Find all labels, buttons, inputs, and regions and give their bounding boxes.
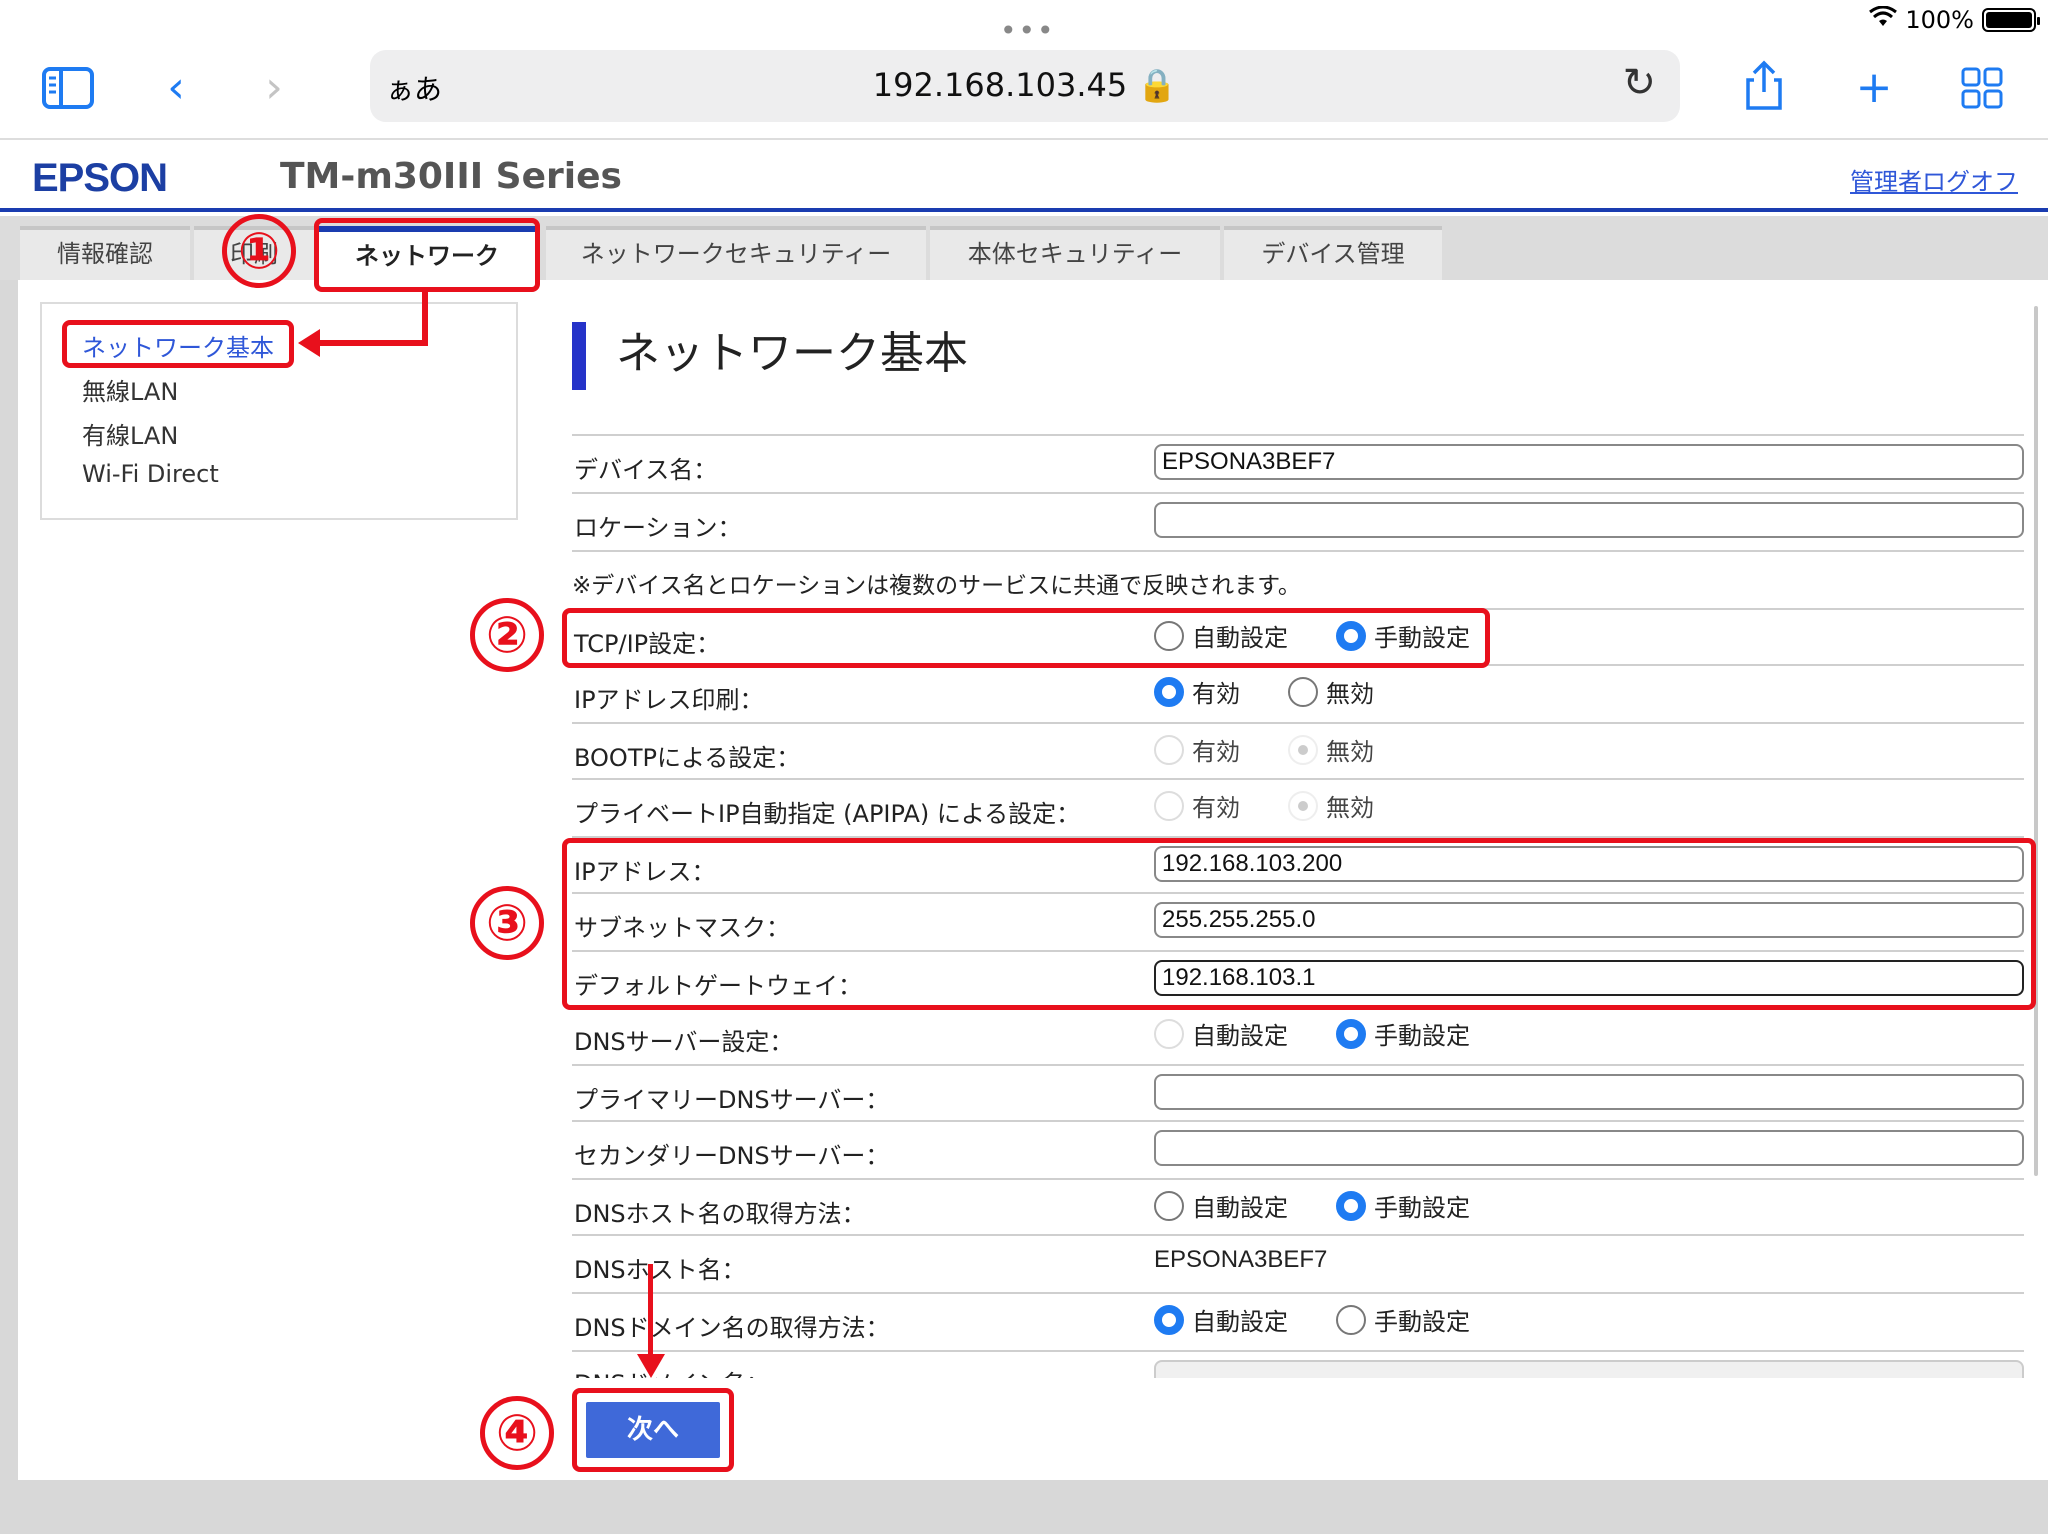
page-scrollbar[interactable] [2034,306,2038,1176]
address-bar[interactable]: ぁあ 192.168.103.45 🔒 ↻ [370,50,1680,122]
bottom-frame [0,1480,2048,1534]
row-device-name: デバイス名： [572,434,2024,492]
ip-print-enable-radio[interactable]: 有効 [1154,674,1240,709]
annotation-arrow-left-icon [298,329,320,357]
row-dns-host-method: DNSホスト名の取得方法： 自動設定 手動設定 [572,1178,2024,1234]
dns-host-label: DNSホスト名： [574,1256,746,1284]
annotation-connector-line [422,292,428,344]
browser-toolbar: ‹ › ぁあ 192.168.103.45 🔒 ↻ + [0,40,2048,140]
dns-domain-manual-radio[interactable]: 手動設定 [1336,1302,1470,1337]
wifi-icon [1869,5,1898,34]
forward-icon[interactable]: › [244,58,304,118]
tab-device-management[interactable]: デバイス管理 [1224,226,1442,280]
row-dns-domain-method: DNSドメイン名の取得方法： 自動設定 手動設定 [572,1292,2024,1350]
status-bar: ••• 100% [0,0,2048,47]
apipa-label: プライベートIP自動指定 (APIPA) による設定： [574,800,1081,828]
annotation-arrow-line [648,1264,653,1358]
tab-status[interactable]: 情報確認 [20,226,190,280]
annotation-number-4: ④ [480,1396,554,1470]
dns-domain-auto-radio[interactable]: 自動設定 [1154,1302,1288,1337]
row-bootp: BOOTPによる設定： 有効 無効 [572,722,2024,778]
annotation-arrow-down-icon [637,1354,665,1378]
model-name: TM-m30III Series [280,156,622,197]
row-dns-host: DNSホスト名： EPSONA3BEF7 [572,1234,2024,1292]
apipa-enable-radio[interactable]: 有効 [1154,788,1240,823]
annotation-box-network-tab [314,218,540,292]
url-text[interactable]: 192.168.103.45 🔒 [370,66,1680,104]
annotation-connector-line [318,340,428,346]
dns-host-auto-radio[interactable]: 自動設定 [1154,1188,1288,1223]
dns-setting-auto-radio[interactable]: 自動設定 [1154,1016,1288,1051]
annotation-box-ip-settings [562,838,2036,1010]
main-tabs: 情報確認 印刷 ネットワーク ネットワークセキュリティー 本体セキュリティー デ… [0,216,2048,280]
new-tab-icon[interactable]: + [1844,58,1904,118]
device-name-input[interactable] [1154,444,2024,480]
bootp-disable-radio[interactable]: 無効 [1288,732,1374,767]
primary-dns-input[interactable] [1154,1074,2024,1110]
sidebar-item-wireless-lan[interactable]: 無線LAN [82,372,178,407]
location-label: ロケーション： [574,514,742,542]
shared-settings-note: ※デバイス名とロケーションは複数のサービスに共通で反映されます。 [572,573,1301,599]
epson-logo: EPSON [32,156,168,200]
page-title: ネットワーク基本 [572,322,968,390]
bootp-label: BOOTPによる設定： [574,744,801,772]
dns-host-manual-radio[interactable]: 手動設定 [1336,1188,1470,1223]
reload-icon[interactable]: ↻ [1622,60,1656,106]
bootp-enable-radio[interactable]: 有効 [1154,732,1240,767]
annotation-number-3: ③ [470,886,544,960]
tab-overview-icon[interactable] [1952,58,2012,118]
dns-host-method-label: DNSホスト名の取得方法： [574,1200,866,1228]
row-apipa: プライベートIP自動指定 (APIPA) による設定： 有効 無効 [572,778,2024,836]
dns-domain-input[interactable] [1154,1360,2024,1378]
row-primary-dns: プライマリーDNSサーバー： [572,1064,2024,1120]
primary-dns-label: プライマリーDNSサーバー： [574,1086,890,1114]
annotation-box-tcpip [562,608,1490,668]
epson-header: EPSON TM-m30III Series 管理者ログオフ [0,142,2048,212]
row-dns-domain: DNSドメイン名： [572,1350,2024,1378]
status-indicators: 100% [1869,5,2040,34]
ip-print-disable-radio[interactable]: 無効 [1288,674,1374,709]
back-icon[interactable]: ‹ [146,58,206,118]
battery-percent: 100% [1905,6,1974,34]
share-icon[interactable] [1734,58,1794,118]
location-input[interactable] [1154,502,2024,538]
row-secondary-dns: セカンダリーDNSサーバー： [572,1120,2024,1178]
battery-icon [1982,8,2040,32]
sidebar-item-wired-lan[interactable]: 有線LAN [82,416,178,451]
secondary-dns-input[interactable] [1154,1130,2024,1166]
annotation-number-2: ② [470,598,544,672]
sidebar-toggle-icon[interactable] [38,58,98,118]
dns-domain-method-label: DNSドメイン名の取得方法： [574,1314,890,1342]
dns-server-setting-label: DNSサーバー設定： [574,1028,794,1056]
row-ip-print: IPアドレス印刷： 有効 無効 [572,664,2024,722]
annotation-number-1: ① [222,214,296,288]
row-dns-setting: DNSサーバー設定： 自動設定 手動設定 [572,1006,2024,1064]
tab-device-security[interactable]: 本体セキュリティー [930,226,1220,280]
dns-domain-label: DNSドメイン名： [574,1364,770,1378]
annotation-box-next [572,1388,734,1472]
device-name-label: デバイス名： [574,456,718,484]
ip-print-label: IPアドレス印刷： [574,686,764,714]
dns-setting-manual-radio[interactable]: 手動設定 [1336,1016,1470,1051]
secondary-dns-label: セカンダリーDNSサーバー： [574,1142,890,1170]
row-location: ロケーション： [572,492,2024,550]
apipa-disable-radio[interactable]: 無効 [1288,788,1374,823]
dns-host-value: EPSONA3BEF7 [1154,1246,1328,1273]
tab-network-security[interactable]: ネットワークセキュリティー [546,226,926,280]
admin-logoff-link[interactable]: 管理者ログオフ [1850,162,2018,197]
sidebar-item-wifi-direct[interactable]: Wi-Fi Direct [82,460,219,488]
left-frame [0,280,18,1480]
annotation-box-network-basic [62,320,294,368]
